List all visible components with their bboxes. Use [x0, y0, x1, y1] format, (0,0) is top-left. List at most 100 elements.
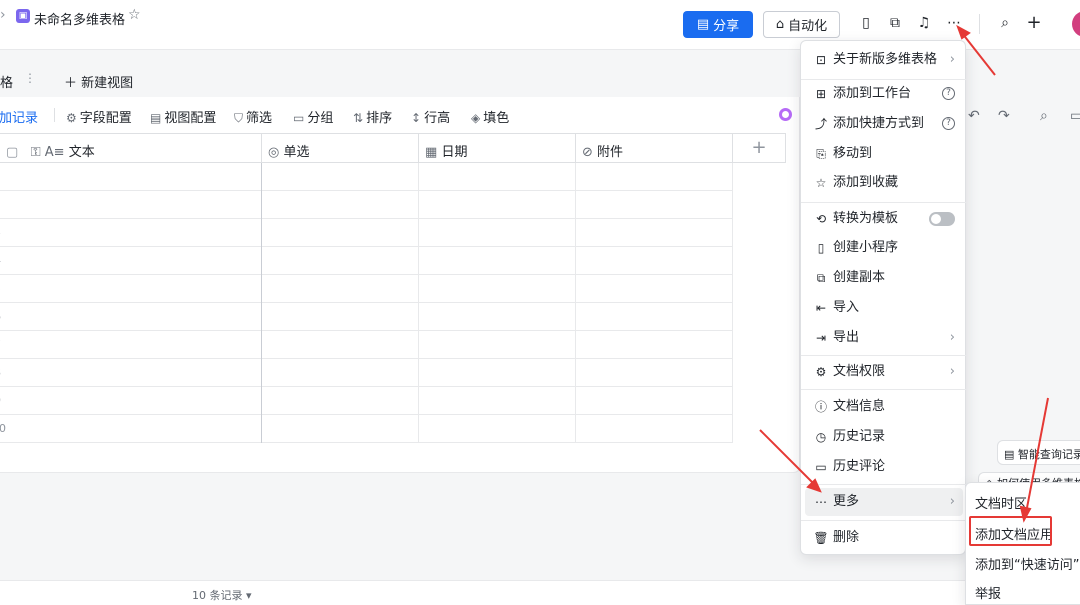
doc-title[interactable]: 未命名多维表格	[34, 9, 125, 28]
table-row[interactable]: 3	[0, 219, 733, 247]
sort-button[interactable]: ⇅ 排序	[353, 107, 392, 126]
row-height-button[interactable]: ↕ 行高	[411, 107, 450, 126]
plugin-icon[interactable]: ⧉	[886, 14, 904, 32]
table-row[interactable]: 4	[0, 247, 733, 275]
help-icon[interactable]: ?	[942, 117, 955, 130]
filter-label: 筛选	[246, 111, 273, 126]
bell-icon[interactable]: ♫	[915, 14, 933, 32]
row-number: 9	[0, 394, 1, 407]
gear-icon: ⚙	[66, 111, 77, 125]
help-icon[interactable]: ?	[942, 87, 955, 100]
menu-item-export[interactable]: ⇥ 导出 ›	[805, 324, 963, 352]
group-button[interactable]: ▭ 分组	[293, 107, 333, 126]
plus-icon[interactable]: +	[1025, 14, 1043, 32]
row-height-label: 行高	[424, 111, 451, 126]
table-row[interactable]: 8	[0, 359, 733, 387]
menu-item-delete[interactable]: 🗑 删除	[805, 524, 963, 552]
table-row[interactable]: 2	[0, 191, 733, 219]
template-toggle[interactable]	[929, 212, 955, 226]
chevron-right-icon: ›	[949, 364, 955, 379]
ai-assistant-icon[interactable]	[779, 108, 792, 121]
table-row[interactable]: 10	[0, 415, 733, 443]
menu-item-move-to[interactable]: ⎘ 移动到	[805, 140, 963, 168]
new-view-button[interactable]: ＋ 新建视图	[64, 72, 133, 91]
record-count[interactable]: 10 条记录 ▾	[192, 587, 252, 603]
table-toolbar: 添加记录 ⚙字段配置 ▤视图配置 ⛉筛选 ▭分组 ⇅排序 ↕行高 ◈填色	[0, 97, 800, 131]
share-doc-icon: ▤	[696, 17, 710, 32]
table-row[interactable]: 1	[0, 163, 733, 191]
menu-item-copy[interactable]: ⧉ 创建副本	[805, 264, 963, 292]
search-icon[interactable]: ⌕	[996, 14, 1014, 32]
row-number: 2	[0, 198, 1, 211]
chevron-right-icon[interactable]: ›	[0, 7, 6, 23]
column-header-label: 文本	[68, 145, 95, 160]
data-grid: ▢ ⚿ A≡ 文本 ◎ 单选 ▦ 日期 ⊘ 附件 + 1 2 3 4 5 6 7…	[0, 133, 786, 444]
tab-current-view[interactable]: 格	[0, 72, 13, 91]
menu-item-label: 文档信息	[833, 399, 886, 414]
menu-item-about[interactable]: ⊡ 关于新版多维表格 ›	[805, 46, 963, 74]
column-header-date[interactable]: ▦ 日期	[419, 133, 576, 163]
view-config-label: 视图配置	[164, 111, 217, 126]
view-config-button[interactable]: ▤ 视图配置	[150, 107, 216, 126]
menu-item-comment-history[interactable]: ▭ 历史评论	[805, 453, 963, 481]
submenu-item-report[interactable]: 举报	[975, 583, 1001, 602]
calendar-icon: ▦	[425, 145, 438, 160]
row-number: 6	[0, 310, 1, 323]
menu-item-label: 创建副本	[833, 270, 886, 285]
find-replace-icon[interactable]: ⌕	[1040, 108, 1048, 124]
menu-item-add-workspace[interactable]: ⊞ 添加到工作台?	[805, 80, 963, 108]
view-config-icon: ▤	[150, 111, 162, 125]
field-config-button[interactable]: ⚙ 字段配置	[66, 107, 132, 126]
submenu-item-quick-access[interactable]: 添加到“快速访问”	[975, 554, 1079, 573]
automation-button[interactable]: ⌂ 自动化	[763, 11, 840, 38]
info-icon: ⓘ	[814, 400, 827, 414]
column-header-text[interactable]: ▢ ⚿ A≡ 文本	[0, 133, 262, 163]
menu-item-label: 历史记录	[833, 429, 886, 444]
star-outline-icon[interactable]: ☆	[128, 7, 141, 23]
more-dots-icon[interactable]: ⋯	[945, 14, 963, 32]
menu-item-label: 删除	[833, 530, 860, 545]
comment-panel-icon[interactable]: ▭	[1070, 108, 1080, 124]
avatar[interactable]	[1072, 11, 1080, 37]
table-row[interactable]: 6	[0, 303, 733, 331]
row-number: 7	[0, 338, 1, 351]
menu-item-label: 添加快捷方式到	[833, 116, 925, 131]
column-header-single-select[interactable]: ◎ 单选	[262, 133, 419, 163]
redo-icon[interactable]: ↷	[998, 108, 1010, 124]
menu-item-history[interactable]: ◷ 历史记录	[805, 423, 963, 451]
submenu-item-timezone[interactable]: 文档时区	[975, 493, 1027, 512]
menu-item-mini-program[interactable]: ▯ 创建小程序	[805, 234, 963, 262]
menu-item-permission[interactable]: ⚙ 文档权限 ›	[805, 358, 963, 386]
menu-item-to-template[interactable]: ⟲ 转换为模板	[805, 205, 963, 233]
more-vertical-icon[interactable]: ⋮	[24, 71, 36, 85]
fill-color-button[interactable]: ◈ 填色	[471, 107, 509, 126]
menu-item-add-shortcut[interactable]: ⤴ 添加快捷方式到?	[805, 110, 963, 138]
annotation-highlight-box	[969, 516, 1052, 546]
add-column-button[interactable]: +	[733, 133, 786, 163]
notes-icon[interactable]: ▯	[857, 14, 875, 32]
column-header-label: 附件	[597, 145, 624, 160]
share-button[interactable]: ▤ 分享	[683, 11, 753, 38]
menu-item-label: 创建小程序	[833, 240, 899, 255]
text-field-icon: A≡	[44, 145, 65, 160]
history-icon: ◷	[815, 430, 827, 444]
smart-query-label: 智能查询记录	[1017, 448, 1080, 461]
menu-item-more[interactable]: ⋯ 更多 ›	[805, 488, 963, 516]
table-row[interactable]: 5	[0, 275, 733, 303]
smart-query-chip[interactable]: ▤ 智能查询记录	[997, 440, 1080, 465]
menu-divider	[801, 520, 967, 521]
record-count-label: 10 条记录	[192, 589, 243, 602]
table-row[interactable]: 9	[0, 387, 733, 415]
checkbox-icon[interactable]: ▢	[6, 145, 18, 160]
filter-button[interactable]: ⛉ 筛选	[234, 107, 272, 126]
add-record-button[interactable]: 添加记录	[0, 107, 38, 126]
menu-item-import[interactable]: ⇤ 导入	[805, 294, 963, 322]
undo-icon[interactable]: ↶	[968, 108, 980, 124]
row-number: 3	[0, 226, 1, 239]
move-icon: ⎘	[816, 147, 826, 161]
table-row[interactable]: 7	[0, 331, 733, 359]
menu-item-favorite[interactable]: ☆ 添加到收藏	[805, 169, 963, 197]
mini-program-icon: ▯	[817, 241, 825, 255]
menu-item-doc-info[interactable]: ⓘ 文档信息	[805, 393, 963, 421]
column-header-attachment[interactable]: ⊘ 附件	[576, 133, 733, 163]
